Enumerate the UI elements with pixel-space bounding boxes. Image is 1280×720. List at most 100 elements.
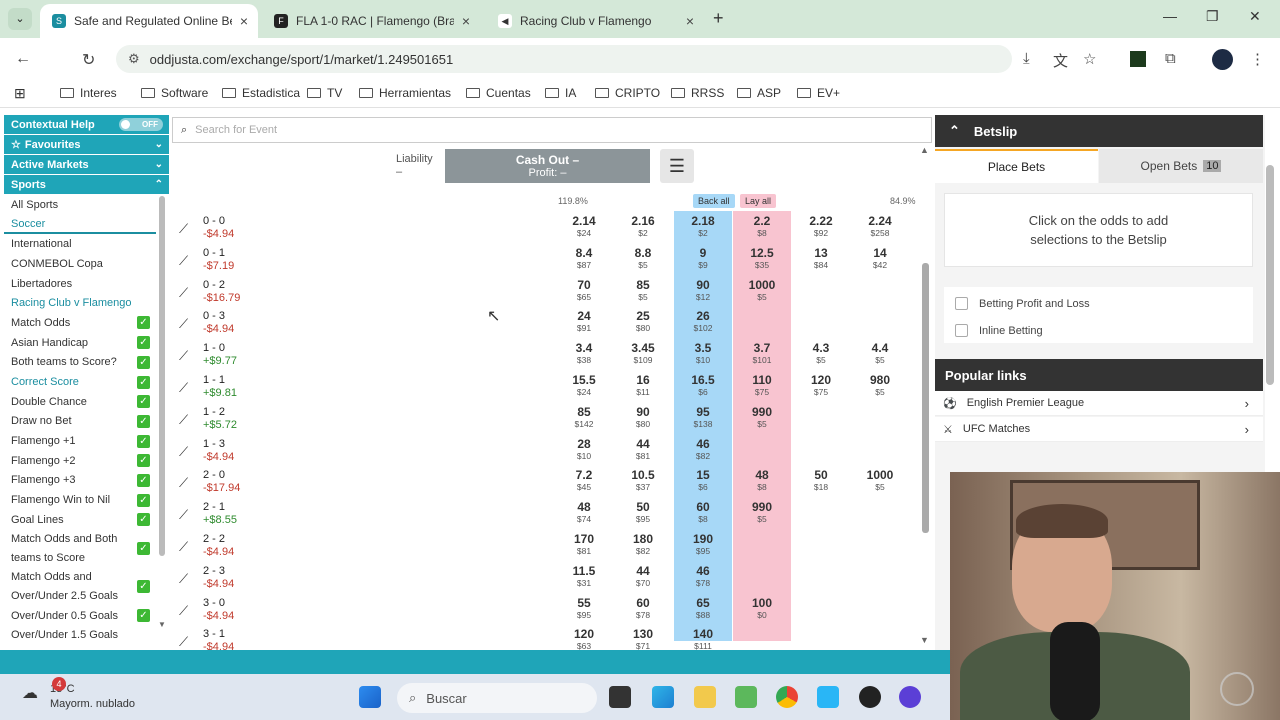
minimize-icon[interactable]: —	[1163, 8, 1177, 24]
tab-search-chevron-icon[interactable]: ⌄	[8, 8, 32, 30]
sidebar-item[interactable]: Flamengo +2 ✓	[4, 451, 156, 471]
tab-flashscore[interactable]: F FLA 1-0 RAC | Flamengo (Bra) v ×	[262, 4, 480, 38]
close-tab-icon[interactable]: ×	[240, 13, 248, 29]
back-odds-cell[interactable]: 10.5 $37	[614, 469, 672, 493]
chart-icon[interactable]: ⟋	[179, 539, 188, 555]
bookmark-folder[interactable]: Cuentas	[466, 86, 531, 100]
sidebar-item[interactable]: Flamengo Win to Nil ✓	[4, 490, 156, 510]
lay-odds-cell[interactable]: 100 $0	[733, 596, 791, 620]
cash-out-button[interactable]: Cash Out – Profit: –	[445, 149, 650, 183]
back-odds-cell[interactable]: 46 $82	[674, 437, 732, 461]
bookmark-folder[interactable]: CRIPTO	[595, 86, 660, 100]
back-odds-cell[interactable]: 3.45 $109	[614, 342, 672, 366]
url-bar[interactable]: ⚙ oddjusta.com/exchange/sport/1/market/1…	[116, 45, 1012, 73]
lay-odds-cell[interactable]: 1000 $5	[733, 278, 791, 302]
lay-odds-cell[interactable]: 14 $42	[851, 246, 909, 270]
chart-icon[interactable]: ⟋	[179, 348, 188, 364]
back-odds-cell[interactable]: 7.2 $45	[555, 469, 613, 493]
chart-icon[interactable]: ⟋	[179, 475, 188, 491]
new-tab-icon[interactable]: +	[713, 8, 724, 29]
back-odds-cell[interactable]: 2.18 $2	[674, 215, 732, 239]
chart-icon[interactable]: ⟋	[179, 316, 188, 332]
sidebar-item[interactable]: Correct Score ✓	[4, 372, 156, 392]
scroll-down-icon[interactable]: ▼	[920, 635, 929, 645]
tab-open-bets[interactable]: Open Bets 10	[1099, 149, 1263, 183]
back-odds-cell[interactable]: 180 $82	[614, 533, 672, 557]
back-odds-cell[interactable]: 90 $12	[674, 278, 732, 302]
extensions-puzzle-icon[interactable]: ⧉	[1165, 50, 1176, 67]
lay-odds-cell[interactable]: 990 $5	[733, 501, 791, 525]
file-explorer-icon[interactable]	[694, 686, 716, 708]
back-odds-cell[interactable]: 2.14 $24	[555, 215, 613, 239]
active-markets-header[interactable]: Active Markets ⌄	[4, 155, 169, 174]
sidebar-item[interactable]: Asian Handicap ✓	[4, 333, 156, 353]
chart-icon[interactable]: ⟋	[179, 412, 188, 428]
lay-odds-cell[interactable]: 3.7 $101	[733, 342, 791, 366]
app-icon[interactable]	[817, 686, 839, 708]
back-odds-cell[interactable]: 46 $78	[674, 564, 732, 588]
lay-odds-cell[interactable]: 12.5 $35	[733, 246, 791, 270]
bookmark-folder[interactable]: Estadistica	[222, 86, 300, 100]
chart-icon[interactable]: ⟋	[179, 221, 188, 237]
avatar[interactable]	[1212, 49, 1233, 70]
back-odds-cell[interactable]: 120 $63	[555, 628, 613, 652]
back-odds-cell[interactable]: 16 $11	[614, 374, 672, 398]
betslip-header[interactable]: ⌃ Betslip	[935, 115, 1263, 147]
restore-icon[interactable]: ❐	[1206, 8, 1219, 25]
bookmark-folder[interactable]: IA	[545, 86, 576, 100]
apps-grid-icon[interactable]: ⊞	[14, 85, 26, 102]
back-odds-cell[interactable]: 2.16 $2	[614, 215, 672, 239]
check-icon[interactable]: ✓	[137, 513, 150, 527]
taskbar-search[interactable]: ⌕ Buscar	[397, 683, 597, 713]
lay-odds-cell[interactable]: 2.24 $258	[851, 215, 909, 239]
bookmark-folder[interactable]: Software	[141, 86, 208, 100]
sidebar-item[interactable]: Double Chance ✓	[4, 392, 156, 412]
close-window-icon[interactable]: ✕	[1249, 8, 1261, 25]
market-settings-icon[interactable]: ☰	[660, 149, 694, 183]
sidebar-item[interactable]: Libertadores	[4, 274, 156, 294]
back-odds-cell[interactable]: 3.5 $10	[674, 342, 732, 366]
back-odds-cell[interactable]: 90 $80	[614, 405, 672, 429]
back-odds-cell[interactable]: 70 $65	[555, 278, 613, 302]
back-odds-cell[interactable]: 24 $91	[555, 310, 613, 334]
sidebar-item[interactable]: Flamengo +3 ✓	[4, 471, 156, 491]
lay-odds-cell[interactable]: 2.2 $8	[733, 215, 791, 239]
back-odds-cell[interactable]: 8.8 $5	[614, 246, 672, 270]
back-odds-cell[interactable]: 85 $5	[614, 278, 672, 302]
lay-odds-cell[interactable]: 13 $84	[792, 246, 850, 270]
chrome-icon[interactable]	[776, 686, 798, 708]
back-odds-cell[interactable]: 28 $10	[555, 437, 613, 461]
sidebar-item[interactable]: Match Odds ✓	[4, 313, 156, 333]
bookmark-star-icon[interactable]: ☆	[1083, 50, 1096, 68]
app-icon[interactable]	[859, 686, 881, 708]
lay-odds-cell[interactable]: 4.3 $5	[792, 342, 850, 366]
check-icon[interactable]: ✓	[137, 493, 150, 507]
popular-link-epl[interactable]: ⚽ English Premier League ›	[935, 391, 1263, 416]
lay-odds-cell[interactable]: 48 $8	[733, 469, 791, 493]
lay-odds-cell[interactable]: 120 $75	[792, 374, 850, 398]
reload-icon[interactable]: ↻	[82, 50, 95, 70]
back-odds-cell[interactable]: 15 $6	[674, 469, 732, 493]
check-icon[interactable]: ✓	[137, 375, 150, 389]
menu-kebab-icon[interactable]: ⋮	[1250, 50, 1265, 68]
back-all-button[interactable]: Back all	[693, 194, 735, 208]
edge-icon[interactable]	[652, 686, 674, 708]
back-odds-cell[interactable]: 50 $95	[614, 501, 672, 525]
windows-start-icon[interactable]	[359, 686, 381, 708]
sidebar-item[interactable]: International	[4, 234, 156, 254]
back-odds-cell[interactable]: 190 $95	[674, 533, 732, 557]
back-odds-cell[interactable]: 170 $81	[555, 533, 613, 557]
inline-betting-checkbox[interactable]	[955, 324, 968, 337]
chart-icon[interactable]: ⟋	[179, 285, 188, 301]
lay-odds-cell[interactable]: 990 $5	[733, 405, 791, 429]
back-odds-cell[interactable]: 65 $88	[674, 596, 732, 620]
back-odds-cell[interactable]: 3.4 $38	[555, 342, 613, 366]
lay-odds-cell[interactable]: 1000 $5	[851, 469, 909, 493]
check-icon[interactable]: ✓	[137, 395, 150, 409]
tab-place-bets[interactable]: Place Bets	[935, 149, 1098, 183]
check-icon[interactable]: ✓	[137, 609, 150, 623]
sidebar-item[interactable]: Soccer	[4, 215, 156, 235]
back-odds-cell[interactable]: 44 $70	[614, 564, 672, 588]
close-tab-icon[interactable]: ×	[462, 13, 470, 29]
install-icon[interactable]: ⤓	[1023, 50, 1030, 67]
